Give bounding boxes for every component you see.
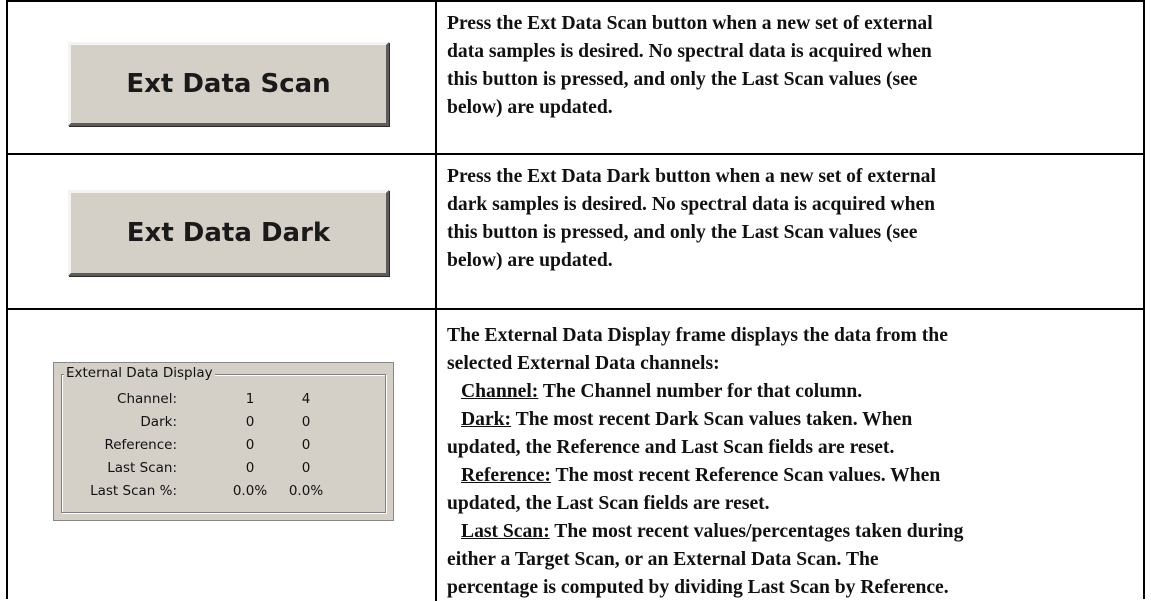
reference-label: Reference: [104,437,177,453]
last-scan-value-1: 0 [245,460,255,476]
term-dark: Dark: [461,409,512,430]
description-line: Press the Ext Data Dark button when a ne… [447,166,936,187]
external-data-display-title: External Data Display [64,364,215,382]
channel-label: Channel: [117,391,177,407]
last-scan-percent-row: Last Scan %: 0.0% 0.0% [62,480,385,502]
reference-value-1: 0 [245,437,255,453]
dark-value-1: 0 [245,414,255,430]
definition-text: The most recent Reference Scan values. W… [550,465,941,486]
reference-row: Reference: 0 0 [62,434,385,456]
definition-dark: Dark: The most recent Dark Scan values t… [447,406,1133,434]
ext-data-scan-button[interactable]: Ext Data Scan [68,42,389,126]
last-scan-percent-value-1: 0.0% [232,483,268,499]
external-data-display-groupbox: Channel: 1 4 Dark: 0 0 Reference: 0 0 La… [61,374,386,513]
definition-text: percentage is computed by dividing Last … [447,577,949,598]
channel-value-1: 1 [245,391,255,407]
table-cell-image: Ext Data Dark [8,155,437,308]
ext-data-dark-button[interactable]: Ext Data Dark [68,190,389,276]
description-line: this button is pressed, and only the Las… [447,222,918,243]
table-row-external-data-display: Channel: 1 4 Dark: 0 0 Reference: 0 0 La… [8,310,1143,601]
description-line: below) are updated. [447,250,613,271]
last-scan-label: Last Scan: [107,460,177,476]
description-line: selected External Data channels: [447,353,720,374]
table-cell-image: Channel: 1 4 Dark: 0 0 Reference: 0 0 La… [8,310,437,601]
table-cell-image: Ext Data Scan [8,2,437,153]
definition-text: The most recent values/percentages taken… [549,521,964,542]
description-line: The External Data Display frame displays… [447,325,948,346]
channel-row: Channel: 1 4 [62,388,385,410]
table-cell-description: Press the Ext Data Dark button when a ne… [437,155,1143,308]
description-line: data samples is desired. No spectral dat… [447,41,932,62]
reference-value-2: 0 [301,437,311,453]
table-cell-description: Press the Ext Data Scan button when a ne… [437,2,1143,153]
last-scan-value-2: 0 [301,460,311,476]
term-reference: Reference: [461,465,551,486]
definition-text: The most recent Dark Scan values taken. … [511,409,913,430]
definition-reference: Reference: The most recent Reference Sca… [447,462,1133,490]
table-row-ext-data-scan: Ext Data Scan Press the Ext Data Scan bu… [8,2,1143,155]
last-scan-percent-value-2: 0.0% [288,483,324,499]
table-row-ext-data-dark: Ext Data Dark Press the Ext Data Dark bu… [8,155,1143,310]
term-channel: Channel: [461,381,539,402]
description-line: this button is pressed, and only the Las… [447,69,918,90]
last-scan-row: Last Scan: 0 0 [62,457,385,479]
definition-text: updated, the Last Scan fields are reset. [447,493,770,514]
definition-last-scan: Last Scan: The most recent values/percen… [447,518,1133,546]
last-scan-percent-label: Last Scan %: [90,483,177,499]
definition-text: The Channel number for that column. [538,381,863,402]
document-table: Ext Data Scan Press the Ext Data Scan bu… [6,0,1145,601]
definition-text: updated, the Reference and Last Scan fie… [447,437,895,458]
definition-text: either a Target Scan, or an External Dat… [447,549,879,570]
description-line: below) are updated. [447,97,613,118]
dark-value-2: 0 [301,414,311,430]
dark-row: Dark: 0 0 [62,411,385,433]
channel-value-2: 4 [301,391,311,407]
table-cell-description: The External Data Display frame displays… [437,310,1143,601]
description-line: Press the Ext Data Scan button when a ne… [447,13,933,34]
dark-label: Dark: [140,414,177,430]
description-line: dark samples is desired. No spectral dat… [447,194,936,215]
term-last-scan: Last Scan: [461,521,550,542]
external-data-display-panel: Channel: 1 4 Dark: 0 0 Reference: 0 0 La… [53,362,394,521]
definition-channel: Channel: The Channel number for that col… [447,378,1133,406]
